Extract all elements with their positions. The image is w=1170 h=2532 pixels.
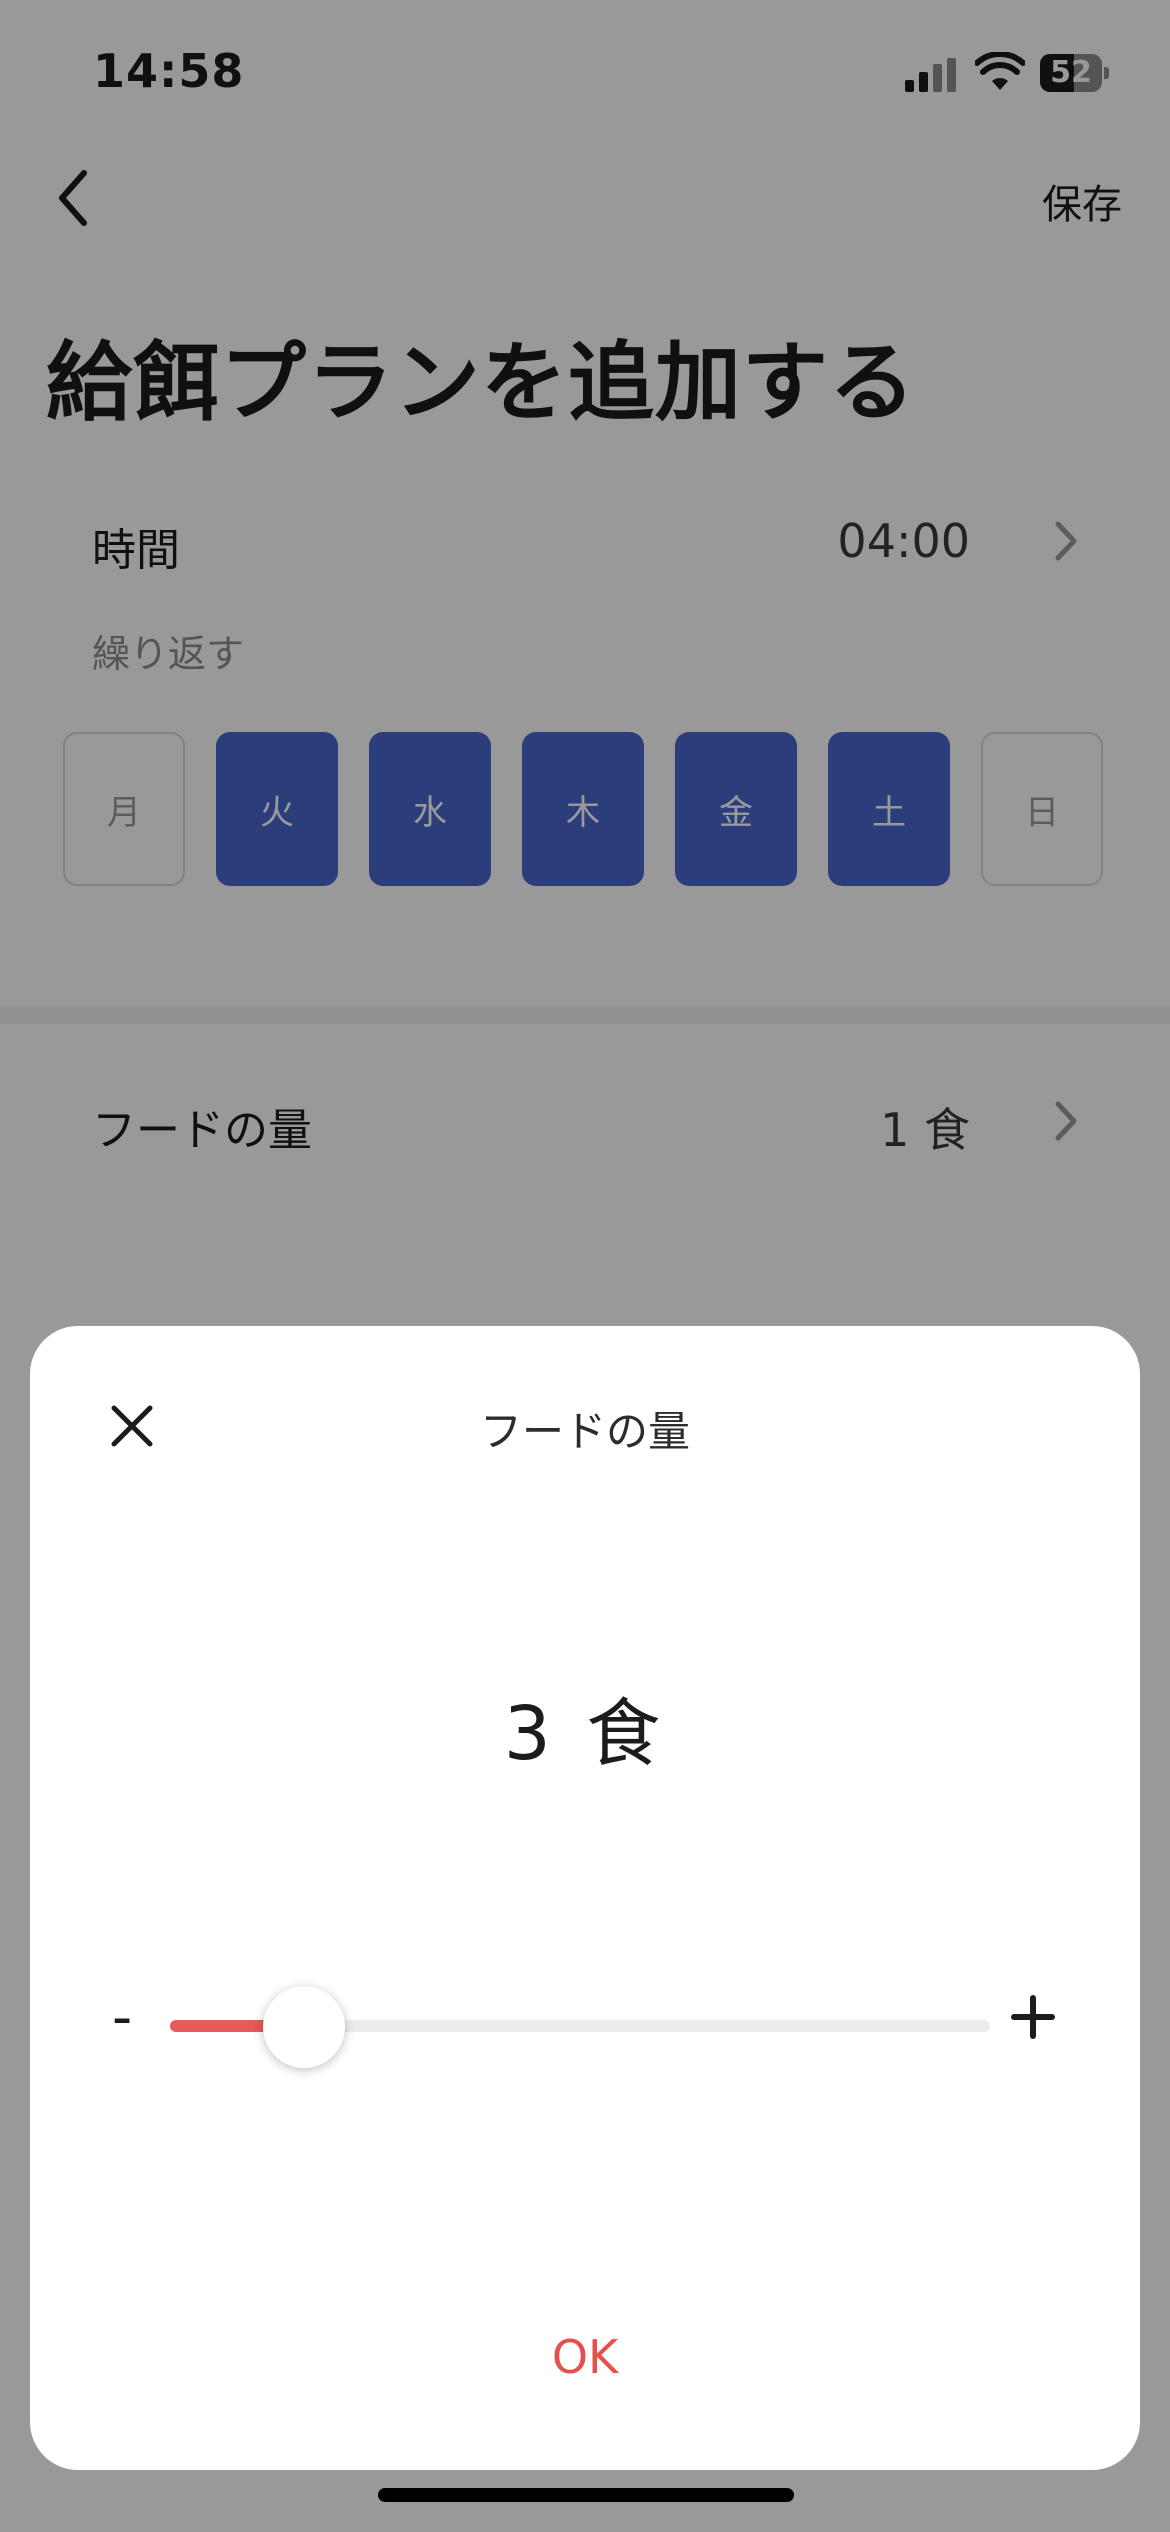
food-amount-sheet: フードの量 3 食 - OK bbox=[30, 1326, 1140, 2470]
amount-display: 3 食 bbox=[503, 1691, 667, 1777]
slider-thumb[interactable] bbox=[263, 1986, 345, 2068]
decrease-button[interactable]: - bbox=[112, 1990, 152, 2046]
sheet-title: フードの量 bbox=[479, 1407, 690, 1456]
amount-slider[interactable] bbox=[170, 1986, 990, 2068]
ok-button[interactable]: OK bbox=[30, 2330, 1140, 2384]
home-indicator bbox=[378, 2488, 794, 2502]
increase-button[interactable] bbox=[1008, 1992, 1058, 2042]
